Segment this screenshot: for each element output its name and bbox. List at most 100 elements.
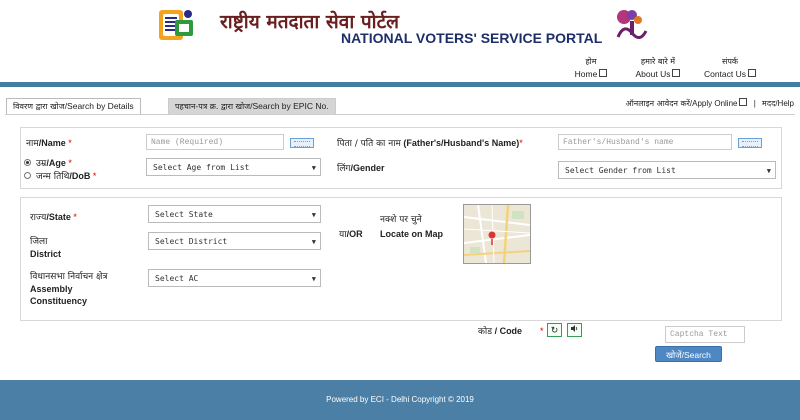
- ac-select-value: Select AC: [155, 274, 199, 283]
- apply-online-hindi: ऑनलाइन आवेदन करें: [625, 99, 690, 108]
- keyboard-icon[interactable]: [738, 138, 762, 148]
- help-label: /Help: [775, 99, 794, 108]
- nav-home-hindi: होम: [585, 57, 597, 66]
- gender-select[interactable]: Select Gender from List ▼: [558, 161, 776, 179]
- assembly-label-english-2: Constituency: [30, 296, 88, 306]
- age-radio[interactable]: [24, 159, 31, 166]
- eci-logo: [155, 8, 197, 42]
- father-label-english: (Father's/Husband's Name): [400, 138, 520, 148]
- map-label: नक्शे पर चुने Locate on Map: [380, 214, 443, 240]
- tab-search-by-details[interactable]: विवरण द्वारा खोज/Search by Details: [6, 98, 141, 114]
- ac-select[interactable]: Select AC ▼: [148, 269, 321, 287]
- gender-label-english: /Gender: [350, 163, 385, 173]
- tab-details-hindi: विवरण द्वारा खोज: [13, 102, 65, 111]
- nav-about[interactable]: हमारे बारे में About Us: [630, 56, 686, 80]
- state-label: राज्य/State *: [30, 211, 77, 224]
- link-separator: |: [753, 99, 756, 108]
- age-label-english: /Age: [46, 158, 66, 168]
- required-mark: *: [519, 138, 523, 148]
- top-links: ऑनलाइन आवेदन करें/Apply Online | मदद/Hel…: [626, 98, 794, 109]
- nav-about-hindi: हमारे बारे में: [640, 57, 676, 66]
- name-input[interactable]: Name (Required): [146, 134, 284, 150]
- required-mark: *: [68, 138, 72, 148]
- gender-label-hindi: लिंग: [337, 164, 351, 174]
- nav-contact-hindi: संपर्क: [721, 57, 739, 66]
- or-label-hindi: या: [339, 230, 347, 240]
- tab-search-by-epic[interactable]: पहचान-पत्र क्र. द्वारा खोज/Search by EPI…: [168, 98, 336, 114]
- required-mark: *: [540, 326, 544, 336]
- name-label-english: /Name: [38, 138, 66, 148]
- svp-logo: [612, 7, 652, 43]
- nav-home[interactable]: होम Home: [573, 56, 609, 80]
- gender-select-value: Select Gender from List: [565, 166, 676, 175]
- district-select[interactable]: Select District ▼: [148, 232, 321, 250]
- external-link-icon: [748, 69, 757, 77]
- apply-online-label: /Apply Online: [689, 99, 738, 108]
- chevron-down-icon: ▼: [766, 167, 771, 175]
- name-label-hindi: नाम: [26, 139, 39, 149]
- refresh-icon: ↻: [550, 325, 559, 335]
- district-label-english: District: [30, 249, 62, 259]
- map-thumbnail[interactable]: [463, 204, 531, 264]
- or-label-english: /OR: [346, 229, 363, 239]
- nav-contact[interactable]: संपर्क Contact Us: [700, 56, 760, 80]
- header-divider-bar: [0, 82, 800, 87]
- search-button-label: /Search: [681, 350, 711, 360]
- search-button[interactable]: खोजें/Search: [655, 346, 722, 362]
- father-name-label: पिता / पति का नाम (Father's/Husband's Na…: [337, 137, 523, 150]
- dob-label-hindi: जन्म तिथि: [36, 172, 70, 182]
- district-select-value: Select District: [155, 237, 228, 246]
- age-select[interactable]: Select Age from List ▼: [146, 158, 321, 176]
- dob-radio[interactable]: [24, 172, 31, 179]
- required-mark: *: [92, 171, 97, 181]
- tab-underline: [5, 114, 795, 115]
- code-label-hindi: कोड: [478, 327, 493, 337]
- or-label: या/OR: [339, 228, 363, 241]
- chevron-down-icon: ▼: [311, 164, 316, 172]
- external-link-icon: [599, 69, 608, 77]
- state-label-hindi: राज्य: [30, 213, 47, 223]
- search-button-hindi: खोजें: [666, 351, 682, 361]
- father-name-input[interactable]: Father's/Husband's name: [558, 134, 732, 150]
- keyboard-icon[interactable]: [290, 138, 314, 148]
- chevron-down-icon: ▼: [311, 211, 316, 219]
- external-link-icon: [739, 98, 748, 106]
- required-mark: *: [68, 158, 72, 168]
- refresh-captcha-button[interactable]: ↻: [547, 323, 562, 337]
- footer: Powered by ECI - Delhi Copyright © 2019: [0, 380, 800, 420]
- name-label: नाम/Name *: [26, 137, 72, 150]
- code-label: कोड / Code: [478, 325, 522, 338]
- dob-label-english: /DoB: [69, 171, 91, 181]
- footer-copyright: Powered by ECI - Delhi Copyright © 2019: [326, 395, 474, 404]
- state-label-english: /State: [46, 212, 71, 222]
- father-label-hindi: पिता / पति का नाम: [337, 139, 401, 149]
- apply-online-link[interactable]: ऑनलाइन आवेदन करें/Apply Online: [625, 98, 748, 108]
- nav-contact-label: Contact Us: [703, 69, 747, 79]
- help-hindi: मदद: [762, 99, 776, 108]
- tab-epic-label: /Search by EPIC No.: [250, 101, 329, 111]
- audio-captcha-button[interactable]: [567, 323, 582, 337]
- chevron-down-icon: ▼: [311, 275, 316, 283]
- dob-label: जन्म तिथि/DoB *: [36, 170, 96, 183]
- required-mark: *: [73, 212, 77, 222]
- map-label-hindi: नक्शे पर चुने: [380, 215, 422, 225]
- map-label-english: Locate on Map: [380, 229, 444, 239]
- captcha-input[interactable]: Captcha Text: [665, 326, 745, 343]
- assembly-label: विधानसभा निर्वाचन क्षेत्र Assembly Const…: [30, 271, 107, 307]
- assembly-label-hindi: विधानसभा निर्वाचन क्षेत्र: [30, 272, 108, 282]
- district-label-hindi: जिला: [30, 237, 48, 247]
- help-link[interactable]: मदद/Help: [762, 99, 794, 108]
- external-link-icon: [672, 69, 681, 77]
- age-label: उम्र/Age *: [36, 157, 72, 170]
- nav-about-label: About Us: [635, 69, 671, 79]
- nav-home-label: Home: [574, 69, 598, 79]
- gender-label: लिंग/Gender: [337, 162, 385, 175]
- tab-details-label: /Search by Details: [64, 101, 134, 111]
- age-label-hindi: उम्र: [36, 159, 47, 169]
- assembly-label-english-1: Assembly: [30, 284, 73, 294]
- code-label-english: / Code: [492, 326, 523, 336]
- state-select[interactable]: Select State ▼: [148, 205, 321, 223]
- age-select-value: Select Age from List: [153, 163, 250, 172]
- speaker-icon: [570, 325, 579, 335]
- tab-epic-hindi: पहचान-पत्र क्र. द्वारा खोज: [175, 102, 251, 111]
